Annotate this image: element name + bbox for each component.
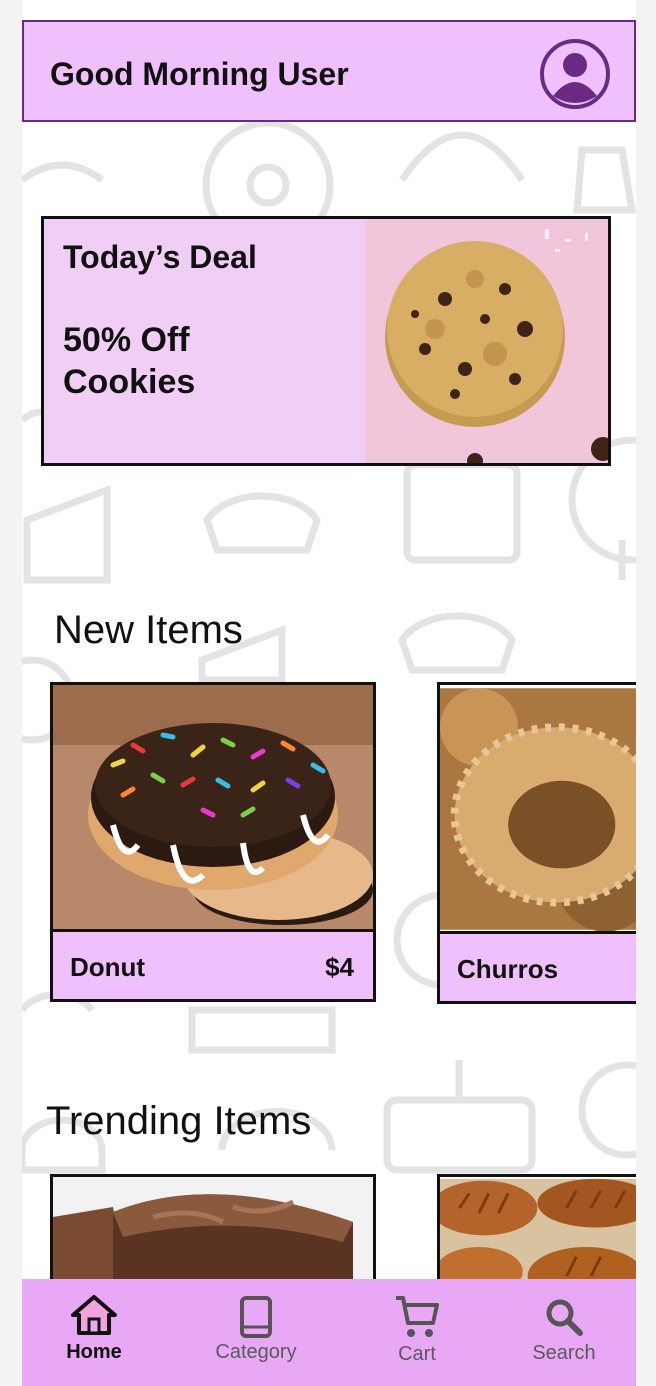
nav-label-cart: Cart xyxy=(398,1343,436,1365)
new-items-heading: New Items xyxy=(54,608,243,652)
home-icon xyxy=(71,1295,117,1335)
user-circle-icon[interactable] xyxy=(539,38,611,110)
item-name: Churros xyxy=(457,954,559,984)
bottom-navigation: Home Category Cart Search xyxy=(22,1279,636,1386)
deal-title: Today’s Deal xyxy=(63,239,257,275)
nav-item-home[interactable]: Home xyxy=(24,1279,164,1386)
item-name: Donut xyxy=(70,952,146,982)
app-screen: Good Morning User Today’s Deal 50% Off C… xyxy=(22,0,636,1386)
nav-item-search[interactable]: Search xyxy=(494,1279,634,1386)
nav-item-cart[interactable]: Cart xyxy=(347,1279,487,1386)
churros-photo xyxy=(440,688,636,932)
deal-offer-text: 50% Off Cookies xyxy=(63,321,196,401)
book-icon xyxy=(240,1296,272,1338)
cookie-photo xyxy=(365,219,608,463)
todays-deal-banner[interactable]: Today’s Deal 50% Off Cookies xyxy=(41,216,611,466)
nav-label-category: Category xyxy=(215,1341,297,1363)
top-header: Good Morning User xyxy=(22,20,636,122)
new-item-card-churros[interactable]: Churros xyxy=(437,682,636,1004)
nav-label-search: Search xyxy=(532,1342,596,1364)
card-footer: Churros xyxy=(440,931,636,1001)
new-item-card-donut[interactable]: Donut $4 xyxy=(50,682,376,1002)
nav-label-home: Home xyxy=(66,1341,122,1363)
search-icon xyxy=(546,1299,583,1336)
donut-photo xyxy=(53,685,373,930)
cart-icon xyxy=(396,1296,439,1337)
trending-items-heading: Trending Items xyxy=(46,1099,312,1143)
greeting-text: Good Morning User xyxy=(50,56,349,92)
nav-item-category[interactable]: Category xyxy=(186,1279,326,1386)
card-footer: Donut $4 xyxy=(53,929,373,999)
item-price: $4 xyxy=(325,952,354,982)
